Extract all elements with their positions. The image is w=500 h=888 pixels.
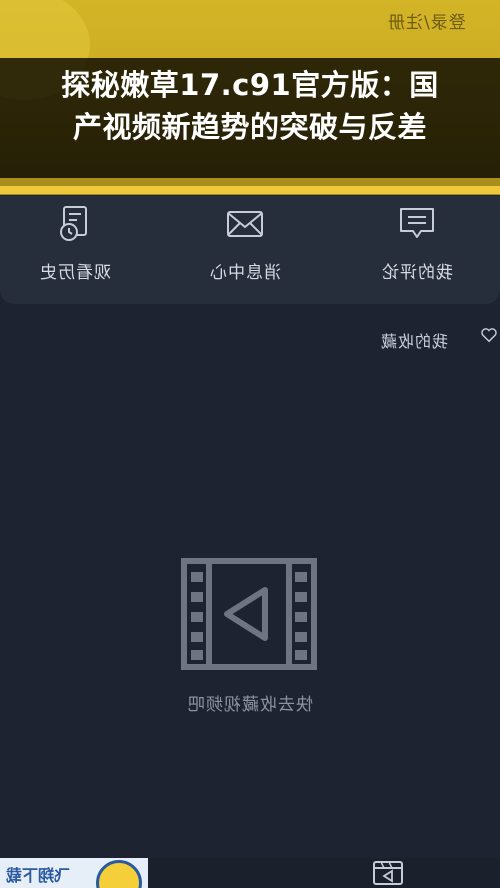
message-center-button[interactable]: 消息中心: [180, 204, 310, 300]
video-tab-icon[interactable]: [372, 860, 404, 886]
header-bar: 登录/注册 探秘嫩草17.c91官方版：国 产视频新趋势的突破与反差: [0, 0, 500, 195]
comment-icon: [400, 208, 434, 238]
title-line-2: 产视频新趋势的突破与反差: [72, 110, 427, 144]
heart-icon[interactable]: [480, 326, 498, 344]
title-line-1: 探秘嫩草17.c91官方版：国: [61, 68, 439, 102]
login-register-link[interactable]: 登录/注册: [387, 8, 466, 33]
history-label: 观看历史: [39, 263, 111, 283]
video-play-icon: [181, 558, 317, 670]
my-comments-button[interactable]: 我的评论: [352, 204, 482, 300]
history-button[interactable]: 观看历史: [10, 204, 140, 300]
mail-icon: [227, 211, 263, 237]
download-banner[interactable]: 飞翔下载: [0, 858, 148, 888]
my-comments-label: 我的评论: [381, 263, 453, 283]
quick-actions-card: 观看历史 消息中心 我的评论: [0, 196, 500, 304]
header-divider: [0, 186, 500, 194]
favorites-heading[interactable]: 我的收藏: [380, 328, 448, 352]
empty-favorites-message: 快去收藏视频吧: [187, 695, 313, 715]
history-icon: [60, 206, 87, 241]
page-title: 探秘嫩草17.c91官方版：国 产视频新趋势的突破与反差: [12, 64, 488, 148]
banner-text: 飞翔下载: [6, 866, 71, 885]
banner-logo: [96, 860, 142, 888]
message-center-label: 消息中心: [209, 263, 281, 283]
